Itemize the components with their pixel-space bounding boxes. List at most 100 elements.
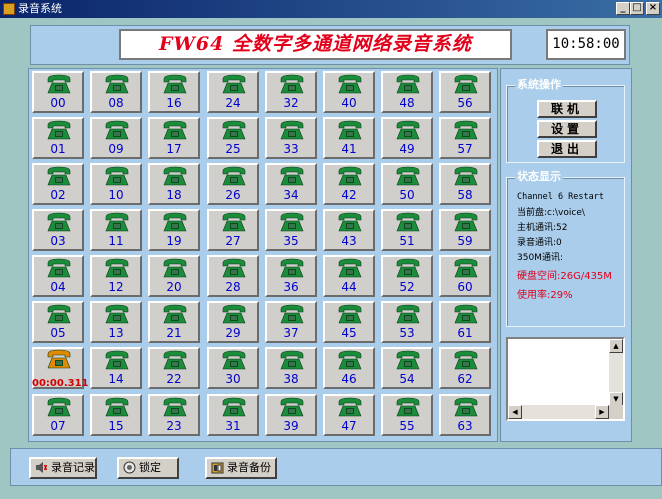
channel-tile-38[interactable]: 38 (265, 347, 317, 389)
channel-tile-60[interactable]: 60 (439, 255, 491, 297)
channel-tile-22[interactable]: 22 (148, 347, 200, 389)
telephone-icon (222, 120, 246, 140)
channel-tile-44[interactable]: 44 (323, 255, 375, 297)
channel-tile-39[interactable]: 39 (265, 394, 317, 436)
close-button[interactable]: × (646, 2, 660, 15)
channel-tile-05[interactable]: 05 (32, 301, 84, 343)
vertical-scrollbar[interactable]: ▲ ▼ (609, 339, 623, 406)
record-log-button[interactable]: 录音记录 (29, 457, 97, 479)
channel-tile-58[interactable]: 58 (439, 163, 491, 205)
channel-tile-20[interactable]: 20 (148, 255, 200, 297)
channel-tile-07[interactable]: 07 (32, 394, 84, 436)
telephone-icon (105, 397, 129, 417)
telephone-icon (222, 212, 246, 232)
channel-tile-06[interactable]: 00:00.311 (32, 347, 89, 389)
channel-tile-57[interactable]: 57 (439, 117, 491, 159)
telephone-icon (454, 258, 478, 278)
maximize-button[interactable]: □ (630, 2, 644, 15)
channel-tile-46[interactable]: 46 (323, 347, 375, 389)
channel-tile-48[interactable]: 48 (381, 71, 433, 113)
channel-number: 18 (166, 188, 182, 202)
channel-tile-52[interactable]: 52 (381, 255, 433, 297)
telephone-icon (338, 74, 362, 94)
channel-tile-56[interactable]: 56 (439, 71, 491, 113)
channel-tile-25[interactable]: 25 (207, 117, 259, 159)
channel-tile-43[interactable]: 43 (323, 209, 375, 251)
channel-tile-21[interactable]: 21 (148, 301, 200, 343)
horizontal-scrollbar[interactable]: ◀ ▶ (508, 405, 609, 419)
channel-number: 58 (457, 188, 473, 202)
channel-tile-26[interactable]: 26 (207, 163, 259, 205)
settings-button[interactable]: 设置 (537, 120, 597, 138)
channel-number: 14 (108, 372, 124, 386)
channel-number: 01 (50, 142, 66, 156)
channel-tile-42[interactable]: 42 (323, 163, 375, 205)
channel-tile-02[interactable]: 02 (32, 163, 84, 205)
channel-tile-30[interactable]: 30 (207, 347, 259, 389)
scroll-right-icon[interactable]: ▶ (595, 405, 609, 419)
channel-tile-45[interactable]: 45 (323, 301, 375, 343)
channel-tile-17[interactable]: 17 (148, 117, 200, 159)
channel-tile-28[interactable]: 28 (207, 255, 259, 297)
telephone-icon (222, 74, 246, 94)
channel-tile-63[interactable]: 63 (439, 394, 491, 436)
channel-tile-14[interactable]: 14 (90, 347, 142, 389)
scroll-left-icon[interactable]: ◀ (508, 405, 522, 419)
channel-tile-29[interactable]: 29 (207, 301, 259, 343)
channel-tile-50[interactable]: 50 (381, 163, 433, 205)
scroll-down-icon[interactable]: ▼ (609, 392, 623, 406)
channel-tile-24[interactable]: 24 (207, 71, 259, 113)
channel-tile-13[interactable]: 13 (90, 301, 142, 343)
scroll-up-icon[interactable]: ▲ (609, 339, 623, 353)
channel-tile-00[interactable]: 00 (32, 71, 84, 113)
channel-tile-62[interactable]: 62 (439, 347, 491, 389)
channel-tile-04[interactable]: 04 (32, 255, 84, 297)
log-box[interactable]: ▲ ▼ ◀ ▶ (506, 337, 625, 421)
channel-tile-32[interactable]: 32 (265, 71, 317, 113)
channel-tile-33[interactable]: 33 (265, 117, 317, 159)
lock-button[interactable]: 锁定 (117, 457, 179, 479)
channel-tile-36[interactable]: 36 (265, 255, 317, 297)
channel-tile-54[interactable]: 54 (381, 347, 433, 389)
channel-tile-53[interactable]: 53 (381, 301, 433, 343)
channel-tile-19[interactable]: 19 (148, 209, 200, 251)
channel-tile-47[interactable]: 47 (323, 394, 375, 436)
channel-tile-10[interactable]: 10 (90, 163, 142, 205)
telephone-icon (105, 120, 129, 140)
channel-tile-09[interactable]: 09 (90, 117, 142, 159)
channel-tile-03[interactable]: 03 (32, 209, 84, 251)
telephone-icon (222, 304, 246, 324)
channel-tile-27[interactable]: 27 (207, 209, 259, 251)
connect-button[interactable]: 联机 (537, 100, 597, 118)
telephone-icon (454, 304, 478, 324)
channel-number: 03 (50, 234, 66, 248)
channel-number: 31 (225, 419, 241, 433)
channel-number: 25 (225, 142, 241, 156)
minimize-button[interactable]: _ (616, 2, 630, 15)
exit-button[interactable]: 退出 (537, 140, 597, 158)
channel-tile-59[interactable]: 59 (439, 209, 491, 251)
channel-tile-35[interactable]: 35 (265, 209, 317, 251)
channel-tile-40[interactable]: 40 (323, 71, 375, 113)
channel-tile-18[interactable]: 18 (148, 163, 200, 205)
channel-number: 51 (399, 234, 415, 248)
channel-tile-08[interactable]: 08 (90, 71, 142, 113)
channel-tile-11[interactable]: 11 (90, 209, 142, 251)
channel-tile-51[interactable]: 51 (381, 209, 433, 251)
channel-tile-49[interactable]: 49 (381, 117, 433, 159)
channel-timer: 00:00.311 (32, 378, 89, 389)
channel-tile-34[interactable]: 34 (265, 163, 317, 205)
channel-tile-41[interactable]: 41 (323, 117, 375, 159)
channel-number: 33 (283, 142, 299, 156)
channel-tile-12[interactable]: 12 (90, 255, 142, 297)
usage-rate: 使用率:29% (517, 290, 573, 301)
channel-tile-16[interactable]: 16 (148, 71, 200, 113)
backup-button[interactable]: 录音备份 (205, 457, 277, 479)
channel-tile-15[interactable]: 15 (90, 394, 142, 436)
channel-tile-55[interactable]: 55 (381, 394, 433, 436)
channel-tile-01[interactable]: 01 (32, 117, 84, 159)
channel-tile-37[interactable]: 37 (265, 301, 317, 343)
channel-tile-23[interactable]: 23 (148, 394, 200, 436)
channel-tile-31[interactable]: 31 (207, 394, 259, 436)
channel-tile-61[interactable]: 61 (439, 301, 491, 343)
